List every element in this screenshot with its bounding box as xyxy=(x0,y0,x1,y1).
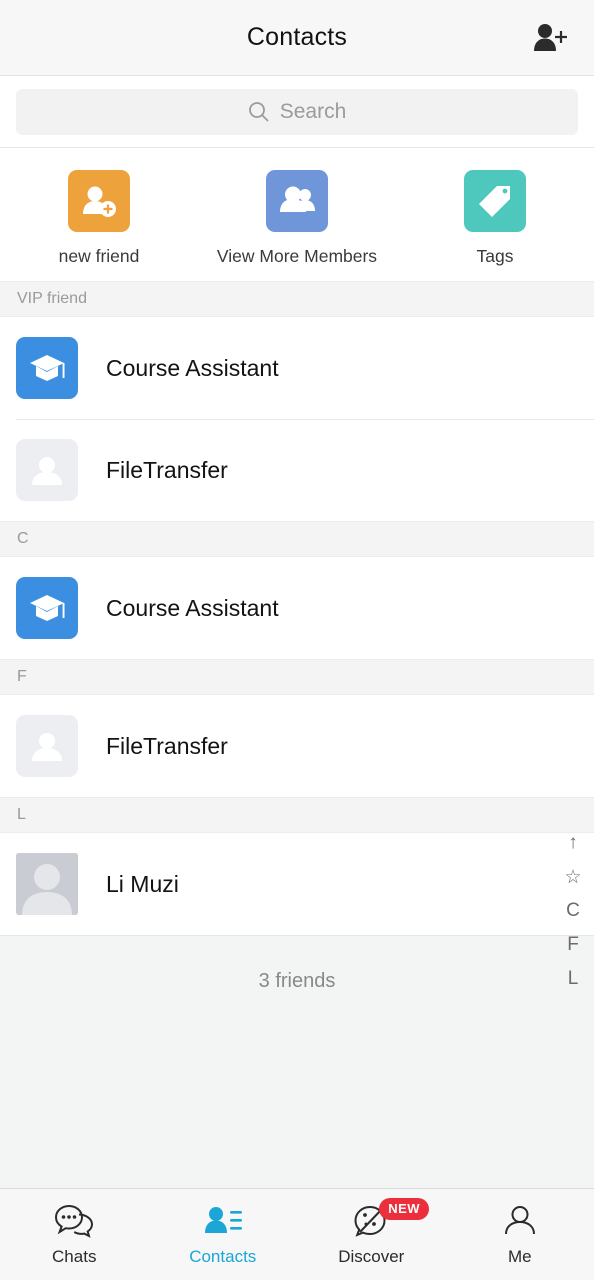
tab-label: Chats xyxy=(52,1247,97,1266)
person-icon-svg xyxy=(32,733,62,761)
quick-action-tags[interactable]: Tags xyxy=(396,170,594,267)
tab-me[interactable]: Me xyxy=(446,1189,594,1280)
tab-chats[interactable]: Chats xyxy=(0,1189,149,1280)
section-header-f: F xyxy=(0,659,594,695)
contact-row[interactable]: FileTransfer xyxy=(0,695,594,797)
contact-name: Course Assistant xyxy=(106,354,279,381)
quick-actions-row: new friend View More Members Tags xyxy=(0,148,594,281)
contact-row[interactable]: FileTransfer xyxy=(0,419,594,521)
section-header-l: L xyxy=(0,797,594,833)
graduation-cap-icon xyxy=(16,577,78,639)
tab-label: Discover xyxy=(338,1247,405,1266)
alphabet-index-rail[interactable]: ↑ ☆ C F L xyxy=(552,826,594,996)
quick-action-label: Tags xyxy=(476,246,514,266)
contact-row[interactable]: Course Assistant xyxy=(0,557,594,659)
quick-action-new-friend[interactable]: new friend xyxy=(0,170,198,267)
contacts-icon xyxy=(204,1202,242,1240)
status-badge-new: NEW xyxy=(379,1198,430,1220)
contact-row[interactable]: Course Assistant xyxy=(0,317,594,419)
index-item-star[interactable]: ☆ xyxy=(552,860,594,894)
person-icon xyxy=(16,439,78,501)
quick-action-label: new friend xyxy=(58,246,140,266)
compass-icon: NEW xyxy=(353,1198,430,1240)
chat-bubbles-icon-svg xyxy=(55,1204,94,1238)
quick-action-view-more-members[interactable]: View More Members xyxy=(198,170,396,267)
section-header-c: C xyxy=(0,521,594,557)
tab-discover[interactable]: NEW Discover xyxy=(297,1189,446,1280)
search-icon xyxy=(248,101,269,122)
contact-name: FileTransfer xyxy=(106,732,228,759)
quick-action-label: View More Members xyxy=(216,246,378,266)
contacts-screen: Contacts Search new friend View More Mem… xyxy=(0,0,594,1280)
tag-tile-icon xyxy=(464,170,526,232)
person-add-icon xyxy=(83,186,116,217)
person-add-icon-svg xyxy=(534,23,567,51)
person-add-tile-icon xyxy=(68,170,130,232)
group-tile-icon xyxy=(266,170,328,232)
tab-contacts[interactable]: Contacts xyxy=(149,1189,298,1280)
search-input[interactable]: Search xyxy=(16,88,578,135)
page-title: Contacts xyxy=(246,23,348,51)
contact-name: Li Muzi xyxy=(106,870,179,897)
person-portrait-icon xyxy=(16,853,78,915)
person-portrait-icon-svg xyxy=(16,853,78,915)
tag-icon xyxy=(479,186,510,217)
friends-count-label: 3 friends xyxy=(0,935,594,1027)
contacts-icon-svg xyxy=(204,1207,242,1233)
person-outline-icon-svg xyxy=(504,1206,535,1235)
index-item-l[interactable]: L xyxy=(552,962,594,996)
tab-label: Me xyxy=(507,1247,532,1266)
person-outline-icon xyxy=(503,1202,537,1240)
section-header-vip: VIP friend xyxy=(0,281,594,317)
contact-name: FileTransfer xyxy=(106,456,228,483)
search-bar-container: Search xyxy=(0,76,594,148)
graduation-cap-icon-svg xyxy=(30,355,65,381)
index-item-f[interactable]: F xyxy=(552,928,594,962)
chat-bubbles-icon xyxy=(55,1202,94,1240)
app-header: Contacts xyxy=(0,0,594,76)
bottom-tab-bar: Chats Contacts NEW Discover Me xyxy=(0,1188,594,1280)
index-item-c[interactable]: C xyxy=(552,894,594,928)
contact-row[interactable]: Li Muzi xyxy=(0,833,594,935)
person-icon xyxy=(16,715,78,777)
tab-label: Contacts xyxy=(189,1247,257,1266)
group-icon xyxy=(280,186,315,212)
person-add-icon[interactable] xyxy=(524,17,576,59)
person-icon-svg xyxy=(32,457,62,485)
index-item-top[interactable]: ↑ xyxy=(552,826,594,860)
graduation-cap-icon-svg xyxy=(30,595,65,621)
contact-name: Course Assistant xyxy=(106,594,279,621)
contacts-list[interactable]: VIP friend Course Assistant FileTransfer xyxy=(0,281,594,1188)
search-placeholder: Search xyxy=(279,99,347,123)
graduation-cap-icon xyxy=(16,337,78,399)
